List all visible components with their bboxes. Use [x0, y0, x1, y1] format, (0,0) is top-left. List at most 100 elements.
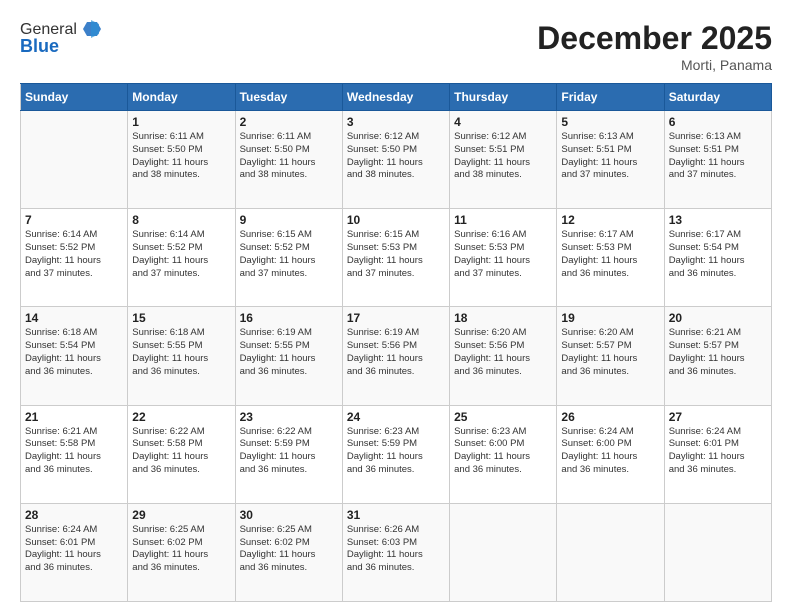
weekday-header-thursday: Thursday [450, 84, 557, 111]
calendar-week-row: 7 Sunrise: 6:14 AM Sunset: 5:52 PM Daylig… [21, 209, 772, 307]
calendar-cell: 11Sunrise: 6:16 AM Sunset: 5:53 PM Dayli… [450, 209, 557, 307]
day-number: 3 [347, 115, 445, 129]
day-number: 25 [454, 410, 552, 424]
weekday-header-friday: Friday [557, 84, 664, 111]
calendar-cell: 21 Sunrise: 6:21 AM Sunset: 5:58 PM Dayli… [21, 405, 128, 503]
calendar-cell: 29Sunrise: 6:25 AM Sunset: 6:02 PM Dayli… [128, 503, 235, 601]
day-info: Sunrise: 6:17 AM Sunset: 5:53 PM Dayligh… [561, 229, 659, 280]
calendar-cell: 3 Sunrise: 6:12 AM Sunset: 5:50 PM Daylig… [342, 111, 449, 209]
calendar-cell: 26 Sunrise: 6:24 AM Sunset: 6:00 PM Dayli… [557, 405, 664, 503]
calendar-cell: 12Sunrise: 6:17 AM Sunset: 5:53 PM Dayli… [557, 209, 664, 307]
calendar-week-row: 21 Sunrise: 6:21 AM Sunset: 5:58 PM Dayli… [21, 405, 772, 503]
day-number: 5 [561, 115, 659, 129]
calendar-cell [21, 111, 128, 209]
day-number: 22 [132, 410, 230, 424]
day-number: 20 [669, 311, 767, 325]
day-info: Sunrise: 6:21 AM Sunset: 5:57 PM Dayligh… [669, 327, 767, 378]
calendar-cell: 22 Sunrise: 6:22 AM Sunset: 5:58 PM Dayli… [128, 405, 235, 503]
calendar-cell [557, 503, 664, 601]
header: General Blue December 2025 Morti, Panama [20, 20, 772, 73]
day-info: Sunrise: 6:13 AM Sunset: 5:51 PM Dayligh… [561, 131, 659, 182]
day-info: Sunrise: 6:24 AM Sunset: 6:01 PM Dayligh… [25, 524, 123, 575]
day-info: Sunrise: 6:20 AM Sunset: 5:56 PM Dayligh… [454, 327, 552, 378]
day-info: Sunrise: 6:23 AM Sunset: 5:59 PM Dayligh… [347, 426, 445, 477]
day-info: Sunrise: 6:20 AM Sunset: 5:57 PM Dayligh… [561, 327, 659, 378]
day-info: Sunrise: 6:23 AM Sunset: 6:00 PM Dayligh… [454, 426, 552, 477]
calendar-cell: 7 Sunrise: 6:14 AM Sunset: 5:52 PM Daylig… [21, 209, 128, 307]
calendar-cell: 30Sunrise: 6:25 AM Sunset: 6:02 PM Dayli… [235, 503, 342, 601]
calendar-week-row: 14 Sunrise: 6:18 AM Sunset: 5:54 PM Dayli… [21, 307, 772, 405]
page: General Blue December 2025 Morti, Panama… [0, 0, 792, 612]
calendar-cell: 16Sunrise: 6:19 AM Sunset: 5:55 PM Dayli… [235, 307, 342, 405]
calendar-cell: 27 Sunrise: 6:24 AM Sunset: 6:01 PM Dayli… [664, 405, 771, 503]
calendar-cell: 2 Sunrise: 6:11 AM Sunset: 5:50 PM Daylig… [235, 111, 342, 209]
day-info: Sunrise: 6:15 AM Sunset: 5:53 PM Dayligh… [347, 229, 445, 280]
calendar-cell: 15 Sunrise: 6:18 AM Sunset: 5:55 PM Dayli… [128, 307, 235, 405]
day-info: Sunrise: 6:24 AM Sunset: 6:00 PM Dayligh… [561, 426, 659, 477]
calendar-cell: 20 Sunrise: 6:21 AM Sunset: 5:57 PM Dayli… [664, 307, 771, 405]
day-info: Sunrise: 6:14 AM Sunset: 5:52 PM Dayligh… [132, 229, 230, 280]
day-number: 19 [561, 311, 659, 325]
day-number: 24 [347, 410, 445, 424]
day-info: Sunrise: 6:15 AM Sunset: 5:52 PM Dayligh… [240, 229, 338, 280]
logo-blue: Blue [20, 36, 59, 57]
day-info: Sunrise: 6:12 AM Sunset: 5:50 PM Dayligh… [347, 131, 445, 182]
day-info: Sunrise: 6:11 AM Sunset: 5:50 PM Dayligh… [132, 131, 230, 182]
calendar-cell: 25 Sunrise: 6:23 AM Sunset: 6:00 PM Dayli… [450, 405, 557, 503]
calendar-cell: 8 Sunrise: 6:14 AM Sunset: 5:52 PM Daylig… [128, 209, 235, 307]
calendar-cell: 4Sunrise: 6:12 AM Sunset: 5:51 PM Daylig… [450, 111, 557, 209]
day-info: Sunrise: 6:13 AM Sunset: 5:51 PM Dayligh… [669, 131, 767, 182]
day-info: Sunrise: 6:24 AM Sunset: 6:01 PM Dayligh… [669, 426, 767, 477]
day-info: Sunrise: 6:16 AM Sunset: 5:53 PM Dayligh… [454, 229, 552, 280]
day-number: 6 [669, 115, 767, 129]
day-number: 7 [25, 213, 123, 227]
calendar-cell: 31 Sunrise: 6:26 AM Sunset: 6:03 PM Dayli… [342, 503, 449, 601]
day-number: 15 [132, 311, 230, 325]
day-info: Sunrise: 6:11 AM Sunset: 5:50 PM Dayligh… [240, 131, 338, 182]
day-info: Sunrise: 6:22 AM Sunset: 5:58 PM Dayligh… [132, 426, 230, 477]
weekday-header-tuesday: Tuesday [235, 84, 342, 111]
location: Morti, Panama [537, 57, 772, 73]
calendar-cell: 23 Sunrise: 6:22 AM Sunset: 5:59 PM Dayli… [235, 405, 342, 503]
day-info: Sunrise: 6:14 AM Sunset: 5:52 PM Dayligh… [25, 229, 123, 280]
calendar-cell: 5 Sunrise: 6:13 AM Sunset: 5:51 PM Daylig… [557, 111, 664, 209]
day-number: 27 [669, 410, 767, 424]
day-info: Sunrise: 6:18 AM Sunset: 5:54 PM Dayligh… [25, 327, 123, 378]
day-info: Sunrise: 6:21 AM Sunset: 5:58 PM Dayligh… [25, 426, 123, 477]
calendar-cell: 14 Sunrise: 6:18 AM Sunset: 5:54 PM Dayli… [21, 307, 128, 405]
title-area: December 2025 Morti, Panama [537, 20, 772, 73]
day-number: 17 [347, 311, 445, 325]
logo-icon [79, 18, 101, 40]
calendar-cell: 6 Sunrise: 6:13 AM Sunset: 5:51 PM Daylig… [664, 111, 771, 209]
day-number: 23 [240, 410, 338, 424]
calendar-cell: 10Sunrise: 6:15 AM Sunset: 5:53 PM Dayli… [342, 209, 449, 307]
calendar-cell: 24 Sunrise: 6:23 AM Sunset: 5:59 PM Dayli… [342, 405, 449, 503]
calendar-cell: 18Sunrise: 6:20 AM Sunset: 5:56 PM Dayli… [450, 307, 557, 405]
calendar-cell: 1Sunrise: 6:11 AM Sunset: 5:50 PM Daylig… [128, 111, 235, 209]
day-number: 31 [347, 508, 445, 522]
calendar-cell: 13Sunrise: 6:17 AM Sunset: 5:54 PM Dayli… [664, 209, 771, 307]
weekday-header-sunday: Sunday [21, 84, 128, 111]
calendar-cell: 28 Sunrise: 6:24 AM Sunset: 6:01 PM Dayli… [21, 503, 128, 601]
day-number: 2 [240, 115, 338, 129]
day-info: Sunrise: 6:17 AM Sunset: 5:54 PM Dayligh… [669, 229, 767, 280]
day-number: 28 [25, 508, 123, 522]
weekday-header-wednesday: Wednesday [342, 84, 449, 111]
day-info: Sunrise: 6:22 AM Sunset: 5:59 PM Dayligh… [240, 426, 338, 477]
calendar: SundayMondayTuesdayWednesdayThursdayFrid… [20, 83, 772, 602]
day-number: 8 [132, 213, 230, 227]
calendar-cell: 9Sunrise: 6:15 AM Sunset: 5:52 PM Daylig… [235, 209, 342, 307]
weekday-header-monday: Monday [128, 84, 235, 111]
day-info: Sunrise: 6:19 AM Sunset: 5:56 PM Dayligh… [347, 327, 445, 378]
day-number: 26 [561, 410, 659, 424]
day-info: Sunrise: 6:25 AM Sunset: 6:02 PM Dayligh… [132, 524, 230, 575]
month-title: December 2025 [537, 20, 772, 57]
day-info: Sunrise: 6:18 AM Sunset: 5:55 PM Dayligh… [132, 327, 230, 378]
day-number: 14 [25, 311, 123, 325]
day-info: Sunrise: 6:26 AM Sunset: 6:03 PM Dayligh… [347, 524, 445, 575]
calendar-cell [450, 503, 557, 601]
calendar-header-row: SundayMondayTuesdayWednesdayThursdayFrid… [21, 84, 772, 111]
calendar-cell: 19 Sunrise: 6:20 AM Sunset: 5:57 PM Dayli… [557, 307, 664, 405]
day-number: 21 [25, 410, 123, 424]
day-number: 4 [454, 115, 552, 129]
